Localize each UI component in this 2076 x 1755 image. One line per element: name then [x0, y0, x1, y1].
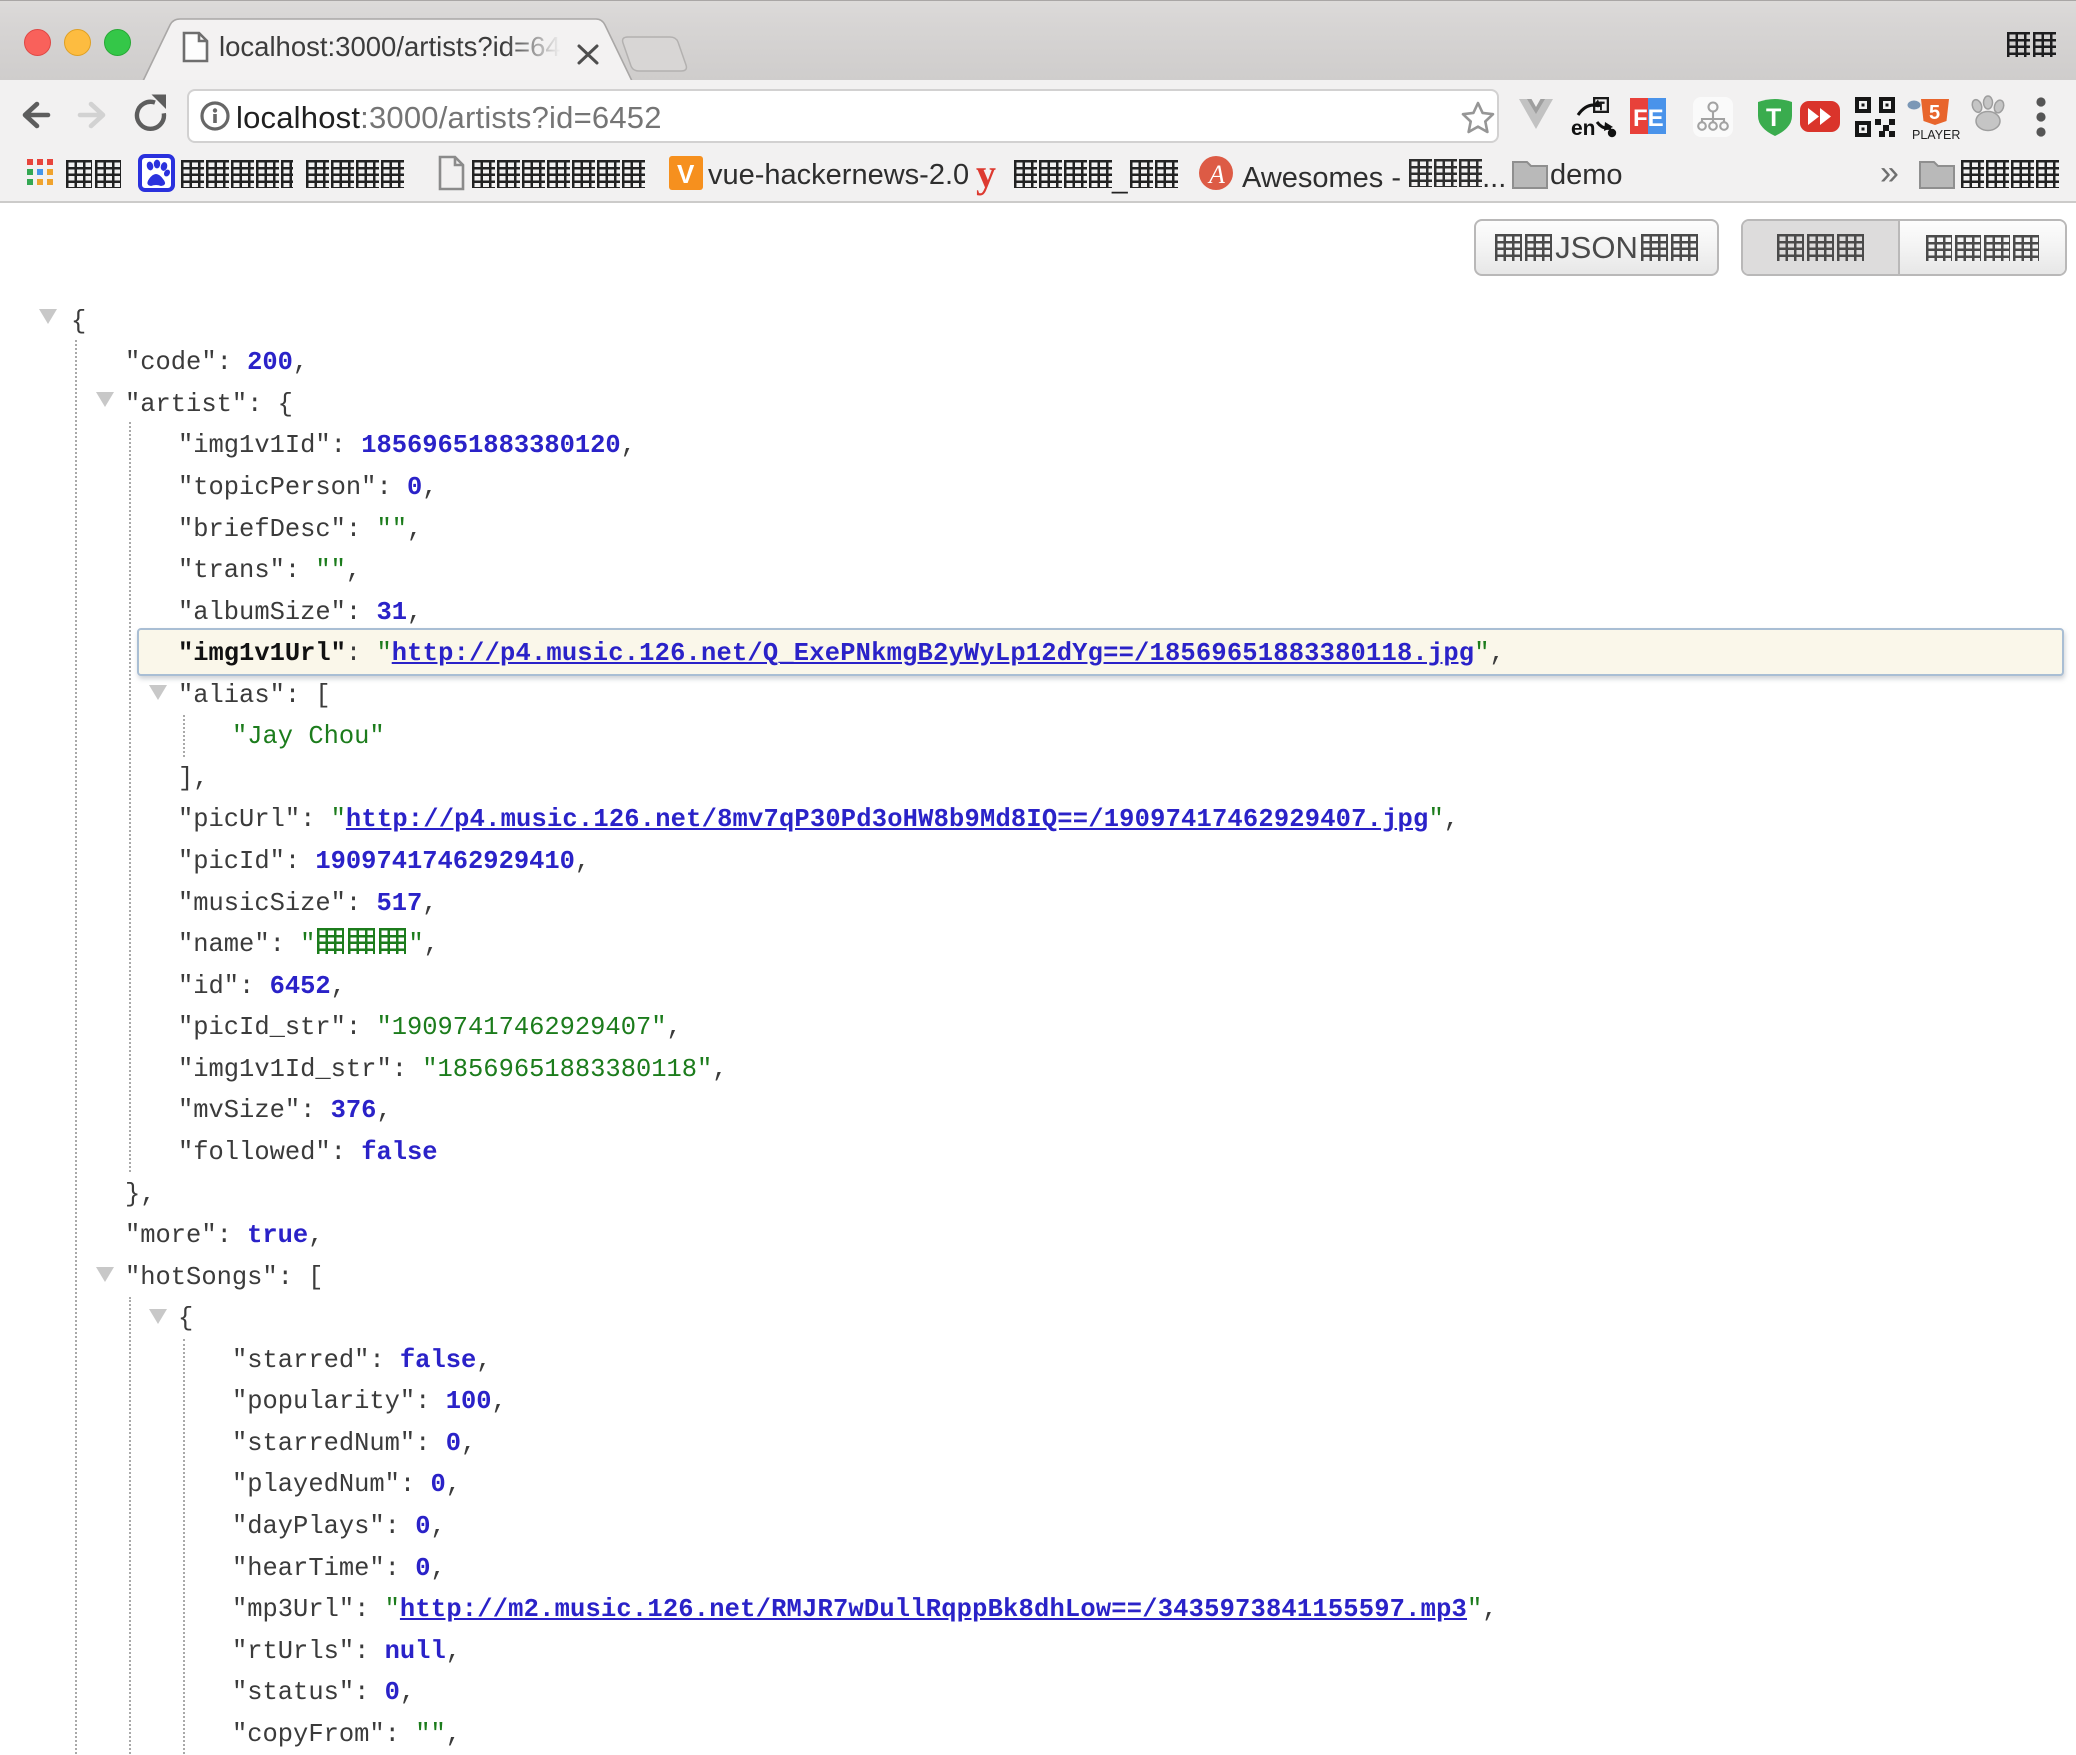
svg-text:FE: FE — [1633, 105, 1664, 132]
svg-text:T: T — [1766, 104, 1781, 132]
svg-text:y: y — [976, 152, 996, 196]
svg-text:PLAYER: PLAYER — [1912, 128, 1960, 139]
svg-text:en: en — [1571, 117, 1596, 139]
svg-text:5: 5 — [1929, 102, 1940, 124]
svg-text:A: A — [1207, 160, 1225, 189]
svg-text:V: V — [677, 159, 695, 189]
svg-text:»: » — [1880, 154, 1899, 192]
